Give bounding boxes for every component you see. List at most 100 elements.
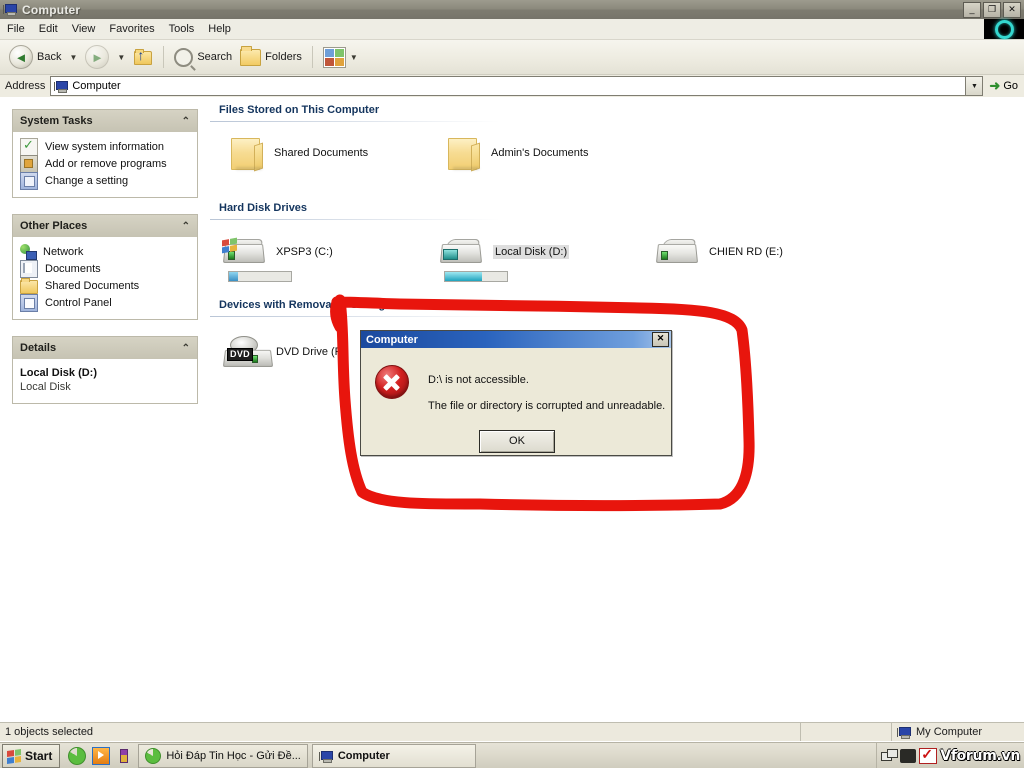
chevron-up-icon[interactable]: ⌃ bbox=[182, 343, 190, 354]
back-button[interactable]: ◄ Back bbox=[5, 44, 65, 70]
item-label: CHIEN RD (E:) bbox=[709, 246, 783, 258]
panel-title: Other Places bbox=[20, 220, 88, 232]
address-input[interactable]: Computer bbox=[50, 76, 966, 96]
panel-header-other-places[interactable]: Other Places ⌃ bbox=[12, 214, 198, 237]
list-item-local-disk-d[interactable]: Local Disk (D:) bbox=[439, 237, 570, 267]
list-item-chien-rd-e[interactable]: CHIEN RD (E:) bbox=[655, 237, 783, 267]
group-divider bbox=[210, 219, 500, 220]
up-button[interactable]: ↑ bbox=[129, 44, 157, 70]
views-dropdown-caret-icon[interactable]: ▼ bbox=[350, 53, 358, 62]
maximize-button[interactable]: ❐ bbox=[983, 2, 1001, 18]
address-label: Address bbox=[5, 80, 46, 92]
panel-header-details[interactable]: Details ⌃ bbox=[12, 336, 198, 359]
details-name: Local Disk (D:) bbox=[20, 367, 98, 379]
taskbar-button-computer[interactable]: Computer bbox=[311, 744, 476, 768]
control-panel-icon bbox=[20, 293, 38, 312]
windows-flag-icon bbox=[7, 748, 21, 764]
panel-header-system-tasks[interactable]: System Tasks ⌃ bbox=[12, 109, 198, 132]
dialog-ok-button[interactable]: OK bbox=[479, 430, 555, 453]
dvd-drive-icon: DVD bbox=[222, 336, 274, 368]
panel-title: System Tasks bbox=[20, 115, 93, 127]
my-computer-icon bbox=[54, 80, 69, 93]
sidebar-item-documents[interactable]: Documents bbox=[20, 259, 190, 278]
address-dropdown-button[interactable]: ▼ bbox=[965, 76, 984, 96]
network-icon bbox=[20, 243, 37, 260]
status-middle bbox=[801, 723, 892, 741]
sidebar-item-add-or-remove-programs[interactable]: Add or remove programs bbox=[20, 154, 190, 173]
back-dropdown-caret-icon[interactable]: ▼ bbox=[69, 53, 77, 62]
system-tray: Vforum.vn bbox=[876, 743, 1024, 768]
camera-icon[interactable] bbox=[900, 749, 917, 763]
menu-edit[interactable]: Edit bbox=[32, 21, 65, 37]
checkmark-icon[interactable] bbox=[919, 746, 938, 764]
task-pane: System Tasks ⌃ View system information A… bbox=[0, 97, 210, 718]
status-right-label: My Computer bbox=[916, 726, 983, 738]
my-computer-icon bbox=[318, 750, 333, 763]
sidebar-item-label: Shared Documents bbox=[45, 279, 140, 292]
paint-icon[interactable] bbox=[116, 748, 132, 764]
list-item-dvd-drive-f[interactable]: DVD DVD Drive (F:) bbox=[222, 336, 348, 368]
quick-launch-bar bbox=[68, 747, 132, 765]
list-item-xpsp3-c[interactable]: XPSP3 (C:) bbox=[222, 237, 333, 267]
folder-icon bbox=[20, 277, 38, 294]
panel-system-tasks: System Tasks ⌃ View system information A… bbox=[12, 109, 198, 198]
views-button[interactable]: ▼ bbox=[319, 44, 366, 70]
close-button[interactable]: ✕ bbox=[1003, 2, 1021, 18]
minimize-button[interactable]: _ bbox=[963, 2, 981, 18]
system-info-icon bbox=[20, 137, 38, 156]
panel-details: Details ⌃ Local Disk (D:) Local Disk bbox=[12, 336, 198, 404]
network-icon[interactable] bbox=[881, 749, 899, 763]
sidebar-item-label: Control Panel bbox=[45, 296, 112, 309]
sidebar-item-change-a-setting[interactable]: Change a setting bbox=[20, 171, 190, 190]
address-value: Computer bbox=[72, 80, 121, 92]
forward-arrow-icon: ► bbox=[85, 45, 110, 69]
dialog-message-line1: D:\ is not accessible. bbox=[428, 374, 529, 386]
item-label: Shared Documents bbox=[274, 147, 369, 159]
media-player-icon[interactable] bbox=[92, 747, 111, 765]
status-left: 1 objects selected bbox=[0, 723, 801, 741]
chevron-up-icon[interactable]: ⌃ bbox=[182, 221, 190, 232]
search-button[interactable]: Search bbox=[170, 44, 236, 70]
toolbar-separator-2 bbox=[311, 46, 313, 68]
vforum-watermark: Vforum.vn bbox=[940, 748, 1020, 764]
error-dialog: Computer ✕ D:\ is not accessible. The fi… bbox=[360, 330, 672, 456]
menu-favorites[interactable]: Favorites bbox=[102, 21, 161, 37]
desktop-screen: Computer _ ❐ ✕ File Edit View Favorites … bbox=[0, 0, 1024, 768]
sidebar-item-network[interactable]: Network bbox=[20, 243, 190, 260]
taskbar-button-browser[interactable]: Hỏi Đáp Tin Học - Gửi Đề... bbox=[138, 744, 308, 768]
forward-button[interactable]: ► bbox=[81, 44, 113, 70]
hard-disk-icon bbox=[655, 237, 699, 267]
status-right: My Computer bbox=[892, 723, 1024, 741]
up-folder-icon: ↑ bbox=[133, 48, 153, 66]
hard-disk-icon bbox=[222, 237, 266, 267]
back-arrow-icon: ◄ bbox=[9, 45, 33, 69]
group-heading-hard-disk-drives: Hard Disk Drives bbox=[219, 202, 308, 214]
ccleaner-icon[interactable] bbox=[68, 747, 87, 765]
dialog-title: Computer bbox=[366, 333, 418, 346]
sidebar-item-label: Change a setting bbox=[45, 174, 129, 187]
green-arrow-icon: ➜ bbox=[989, 78, 1001, 93]
menu-help[interactable]: Help bbox=[201, 21, 238, 37]
sidebar-item-view-system-information[interactable]: View system information bbox=[20, 137, 190, 156]
dialog-close-button[interactable]: ✕ bbox=[652, 332, 669, 347]
sidebar-item-shared-documents[interactable]: Shared Documents bbox=[20, 277, 190, 294]
go-button[interactable]: ➜ Go bbox=[983, 78, 1024, 94]
go-label: Go bbox=[1003, 80, 1018, 92]
back-label: Back bbox=[37, 51, 62, 63]
window-controls: _ ❐ ✕ bbox=[963, 2, 1021, 18]
menu-file[interactable]: File bbox=[0, 21, 32, 37]
list-item-shared-documents[interactable]: Shared Documents bbox=[228, 136, 369, 172]
start-button[interactable]: Start bbox=[2, 744, 61, 768]
group-heading-removable-storage: Devices with Removable Storage bbox=[219, 299, 392, 311]
taskbar: Start Hỏi Đáp Tin Học - Gửi Đề... Comput… bbox=[0, 742, 1024, 768]
folders-button[interactable]: Folders bbox=[236, 44, 306, 70]
sidebar-item-label: Network bbox=[43, 245, 84, 258]
menu-tools[interactable]: Tools bbox=[162, 21, 202, 37]
menu-view[interactable]: View bbox=[65, 21, 103, 37]
group-divider bbox=[210, 316, 500, 317]
list-item-admins-documents[interactable]: Admin's Documents bbox=[445, 136, 588, 172]
sidebar-item-control-panel[interactable]: Control Panel bbox=[20, 293, 190, 312]
chevron-up-icon[interactable]: ⌃ bbox=[182, 116, 190, 127]
forward-dropdown-caret-icon[interactable]: ▼ bbox=[117, 53, 125, 62]
documents-icon bbox=[20, 259, 38, 278]
